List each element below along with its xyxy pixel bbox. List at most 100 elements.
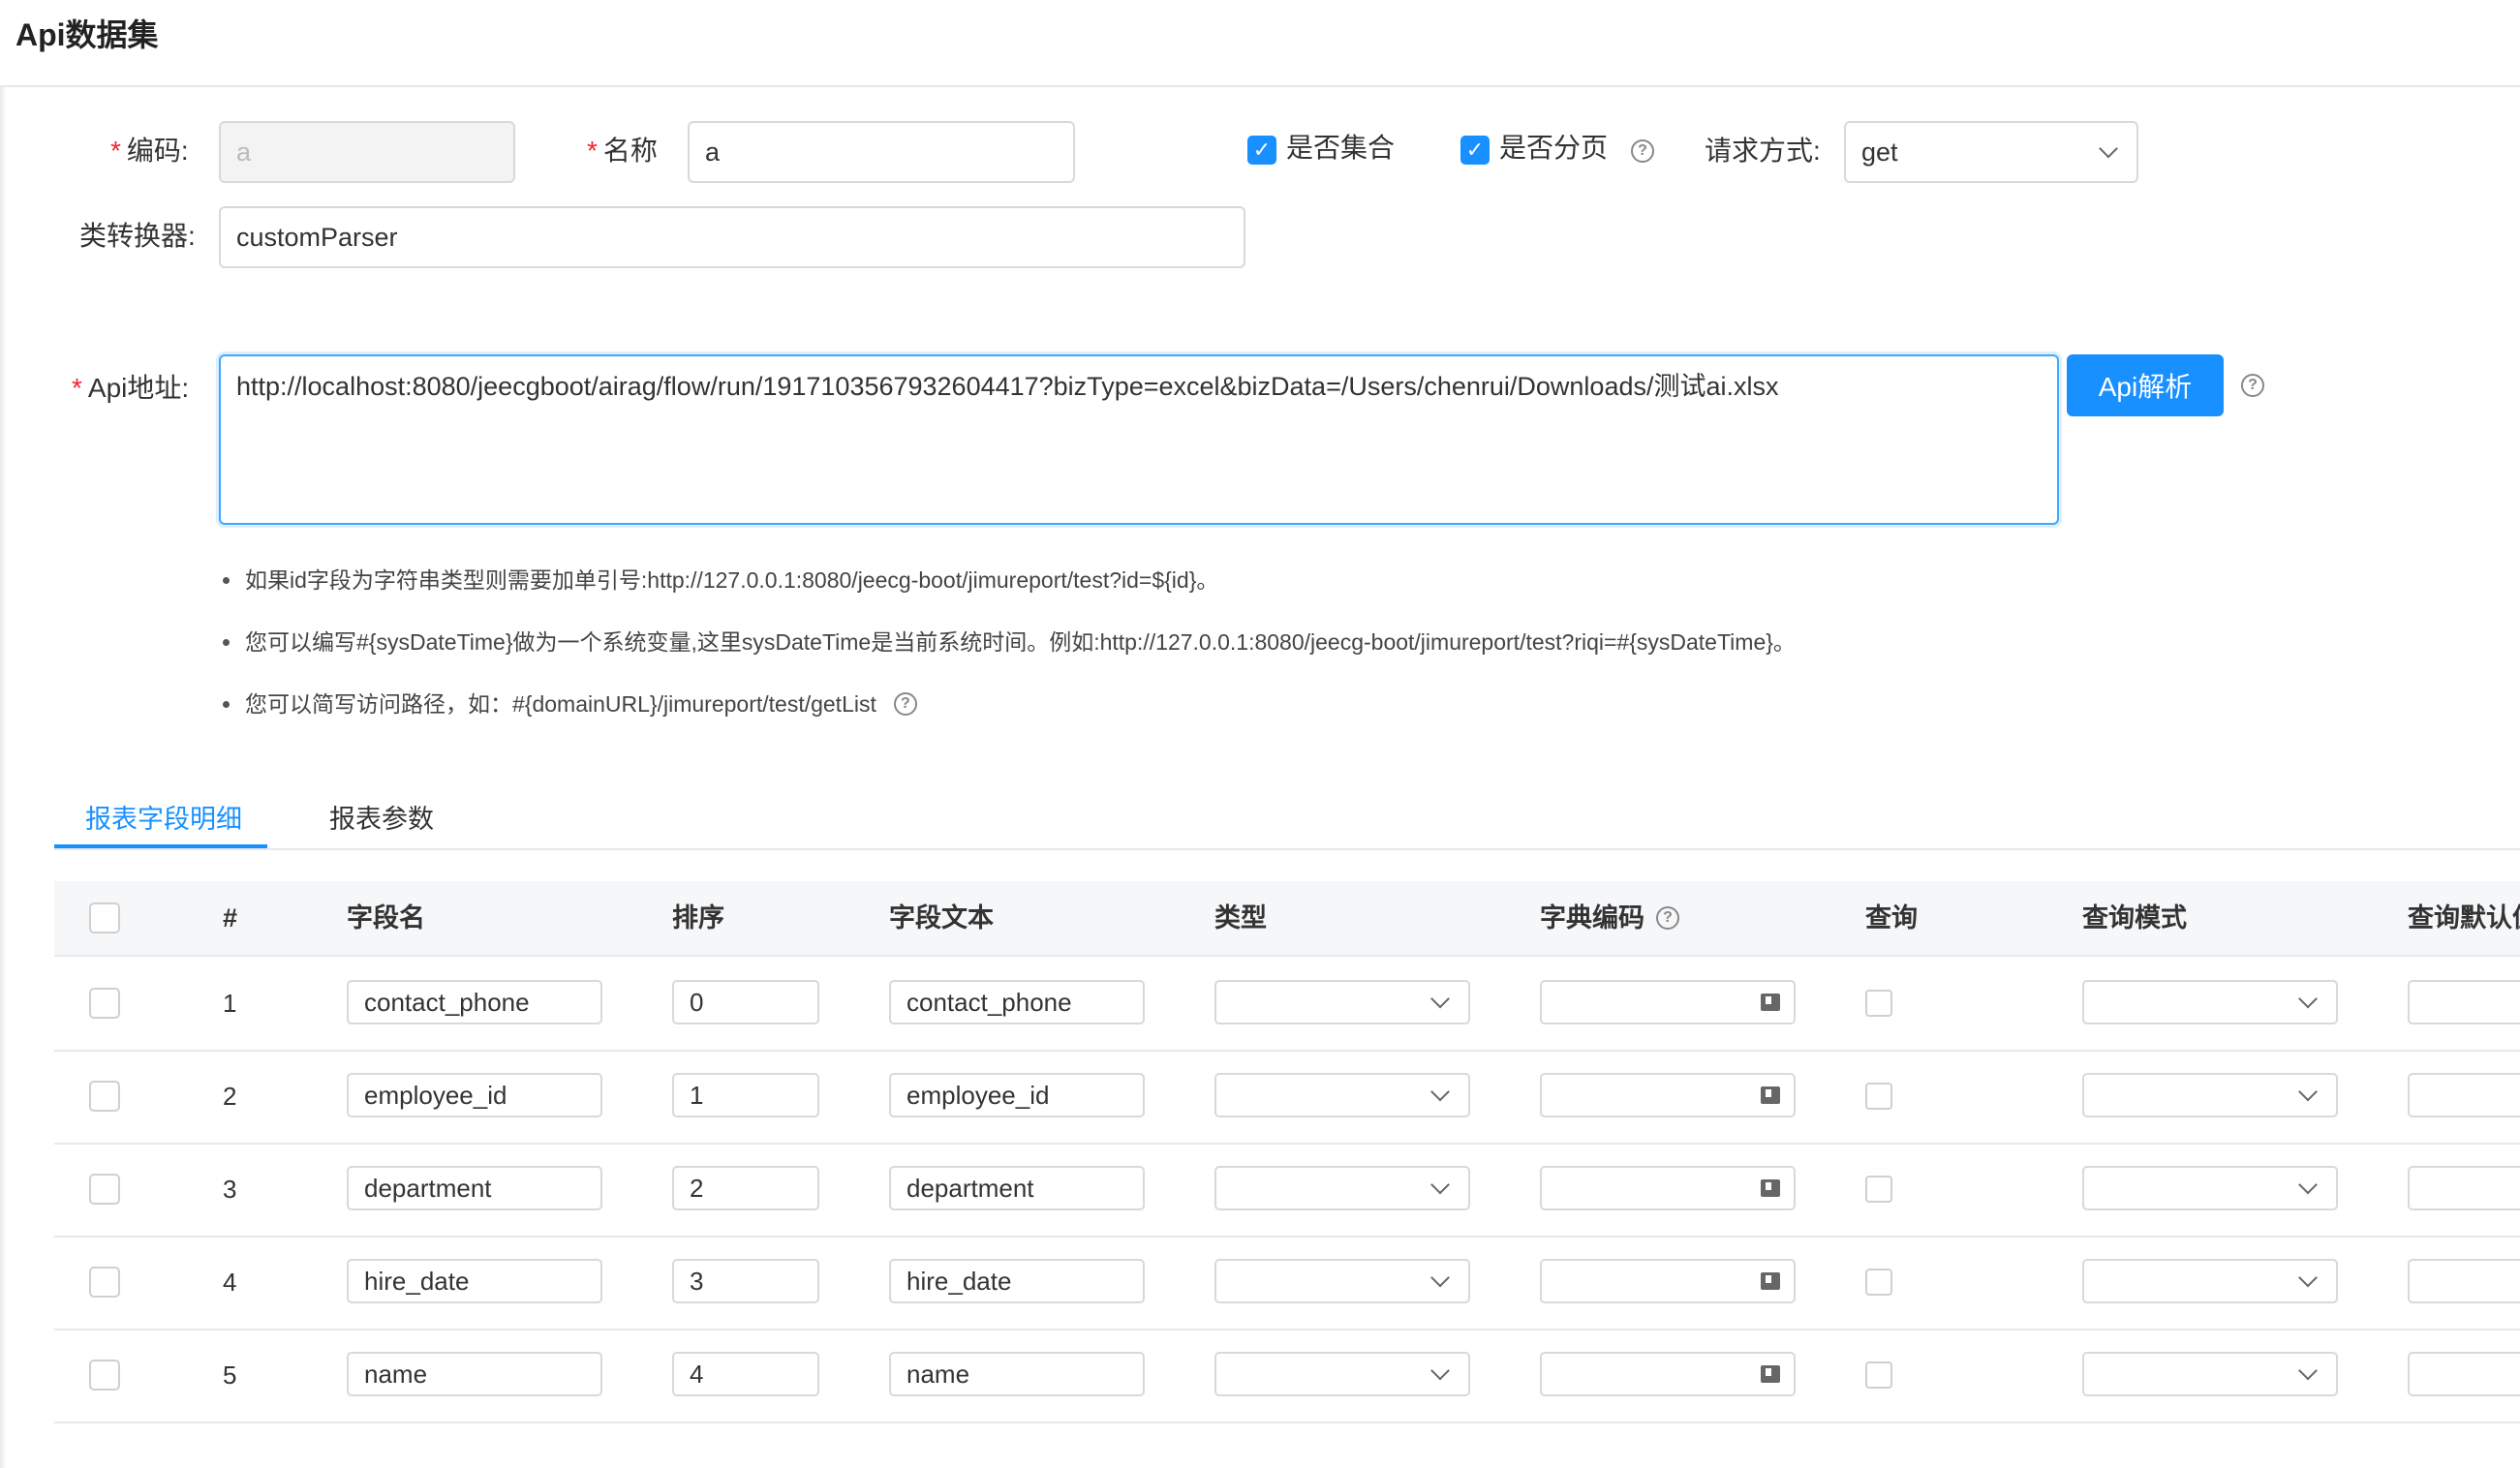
query-mode-select[interactable] <box>2082 1166 2338 1210</box>
row-checkbox[interactable] <box>89 1081 120 1112</box>
dictionary-icon[interactable] <box>1761 1365 1780 1383</box>
order-input[interactable]: 3 <box>672 1259 819 1303</box>
code-input[interactable]: a <box>219 121 515 183</box>
chevron-down-icon <box>2298 1361 2318 1381</box>
field-name-input[interactable]: employee_id <box>347 1073 602 1117</box>
type-select[interactable] <box>1214 1352 1470 1396</box>
chevron-down-icon <box>2298 1268 2318 1288</box>
converter-input[interactable]: customParser <box>219 206 1245 268</box>
table-row: 5 name 4 name <box>54 1329 2520 1423</box>
dictionary-icon[interactable] <box>1761 1179 1780 1197</box>
is-paged-label: 是否分页 <box>1499 133 1609 163</box>
row-index: 3 <box>223 1175 237 1204</box>
tab-field-details[interactable]: 报表字段明细 <box>85 802 242 837</box>
required-mark: * <box>587 136 598 166</box>
type-select[interactable] <box>1214 1073 1470 1117</box>
request-method-value: get <box>1861 137 1898 167</box>
row-checkbox[interactable] <box>89 1360 120 1391</box>
left-shadow <box>0 85 6 1468</box>
tip-3: 您可以简写访问路径，如：#{domainURL}/jimureport/test… <box>223 689 917 719</box>
query-checkbox[interactable] <box>1865 1361 1892 1389</box>
table-header: # 字段名 排序 字段文本 类型 字典编码? 查询 查询模式 查询默认值 <box>54 881 2520 957</box>
dictionary-icon[interactable] <box>1761 994 1780 1011</box>
required-mark: * <box>72 373 82 403</box>
select-all-checkbox[interactable] <box>89 902 120 933</box>
name-label: * 名称 <box>587 136 658 166</box>
row-checkbox[interactable] <box>89 1267 120 1298</box>
request-method-label: 请求方式: <box>1705 136 1821 166</box>
request-method-select[interactable]: get <box>1844 121 2138 183</box>
query-default-input[interactable] <box>2408 1073 2520 1117</box>
tab-report-params[interactable]: 报表参数 <box>329 802 434 837</box>
required-mark: * <box>110 136 121 166</box>
table-row: 4 hire_date 3 hire_date <box>54 1236 2520 1330</box>
chevron-down-icon <box>1430 1175 1450 1195</box>
field-text-input[interactable]: department <box>889 1166 1145 1210</box>
field-name-input[interactable]: department <box>347 1166 602 1210</box>
row-index: 1 <box>223 989 237 1018</box>
col-header-query: 查询 <box>1865 903 1918 933</box>
tip-2: 您可以编写#{sysDateTime}做为一个系统变量,这里sysDateTim… <box>223 627 1796 657</box>
dict-code-input[interactable] <box>1540 1073 1796 1117</box>
col-header-query-default: 查询默认值 <box>2408 903 2520 933</box>
api-parse-button[interactable]: Api解析 <box>2067 354 2224 416</box>
dict-code-input[interactable] <box>1540 1352 1796 1396</box>
dict-code-input[interactable] <box>1540 980 1796 1025</box>
col-header-index: # <box>223 903 238 933</box>
tip-1: 如果id字段为字符串类型则需要加单引号:http://127.0.0.1:808… <box>223 566 1218 595</box>
field-name-input[interactable]: name <box>347 1352 602 1396</box>
query-default-input[interactable] <box>2408 980 2520 1025</box>
dictionary-icon[interactable] <box>1761 1272 1780 1290</box>
col-header-dict-code: 字典编码? <box>1540 901 1679 935</box>
col-header-order: 排序 <box>672 903 724 933</box>
row-index: 4 <box>223 1268 237 1297</box>
query-checkbox[interactable] <box>1865 1269 1892 1296</box>
row-checkbox[interactable] <box>89 988 120 1019</box>
dict-code-input[interactable] <box>1540 1166 1796 1210</box>
query-checkbox[interactable] <box>1865 990 1892 1017</box>
help-icon[interactable]: ? <box>1631 139 1654 163</box>
chevron-down-icon <box>1430 1361 1450 1381</box>
api-url-textarea[interactable]: http://localhost:8080/jeecgboot/airag/fl… <box>219 354 2059 525</box>
order-input[interactable]: 4 <box>672 1352 819 1396</box>
query-mode-select[interactable] <box>2082 1352 2338 1396</box>
field-name-input[interactable]: hire_date <box>347 1259 602 1303</box>
help-icon[interactable]: ? <box>893 692 917 716</box>
help-icon[interactable]: ? <box>2241 374 2264 397</box>
query-checkbox[interactable] <box>1865 1083 1892 1110</box>
field-text-input[interactable]: name <box>889 1352 1145 1396</box>
query-default-input[interactable] <box>2408 1259 2520 1303</box>
dict-code-input[interactable] <box>1540 1259 1796 1303</box>
row-index: 2 <box>223 1082 237 1111</box>
tab-active-indicator <box>54 844 267 848</box>
row-checkbox[interactable] <box>89 1174 120 1205</box>
page-title: Api数据集 <box>15 17 159 52</box>
col-header-field-text: 字段文本 <box>889 903 994 933</box>
field-text-input[interactable]: employee_id <box>889 1073 1145 1117</box>
dictionary-icon[interactable] <box>1761 1086 1780 1104</box>
chevron-down-icon <box>2099 138 2118 159</box>
query-mode-select[interactable] <box>2082 1073 2338 1117</box>
query-mode-select[interactable] <box>2082 980 2338 1025</box>
order-input[interactable]: 2 <box>672 1166 819 1210</box>
type-select[interactable] <box>1214 1259 1470 1303</box>
col-header-field-name: 字段名 <box>347 903 425 933</box>
query-default-input[interactable] <box>2408 1166 2520 1210</box>
is-paged-checkbox[interactable]: ✓ <box>1460 136 1490 165</box>
chevron-down-icon <box>1430 1082 1450 1102</box>
table-row: 1 contact_phone 0 contact_phone <box>54 957 2520 1052</box>
type-select[interactable] <box>1214 980 1470 1025</box>
order-input[interactable]: 0 <box>672 980 819 1025</box>
converter-label: 类转换器: <box>79 221 196 251</box>
help-icon[interactable]: ? <box>1656 906 1679 930</box>
query-mode-select[interactable] <box>2082 1259 2338 1303</box>
query-default-input[interactable] <box>2408 1352 2520 1396</box>
field-text-input[interactable]: hire_date <box>889 1259 1145 1303</box>
field-text-input[interactable]: contact_phone <box>889 980 1145 1025</box>
is-collection-checkbox[interactable]: ✓ <box>1247 136 1276 165</box>
query-checkbox[interactable] <box>1865 1176 1892 1203</box>
order-input[interactable]: 1 <box>672 1073 819 1117</box>
type-select[interactable] <box>1214 1166 1470 1210</box>
field-name-input[interactable]: contact_phone <box>347 980 602 1025</box>
name-input[interactable]: a <box>688 121 1075 183</box>
